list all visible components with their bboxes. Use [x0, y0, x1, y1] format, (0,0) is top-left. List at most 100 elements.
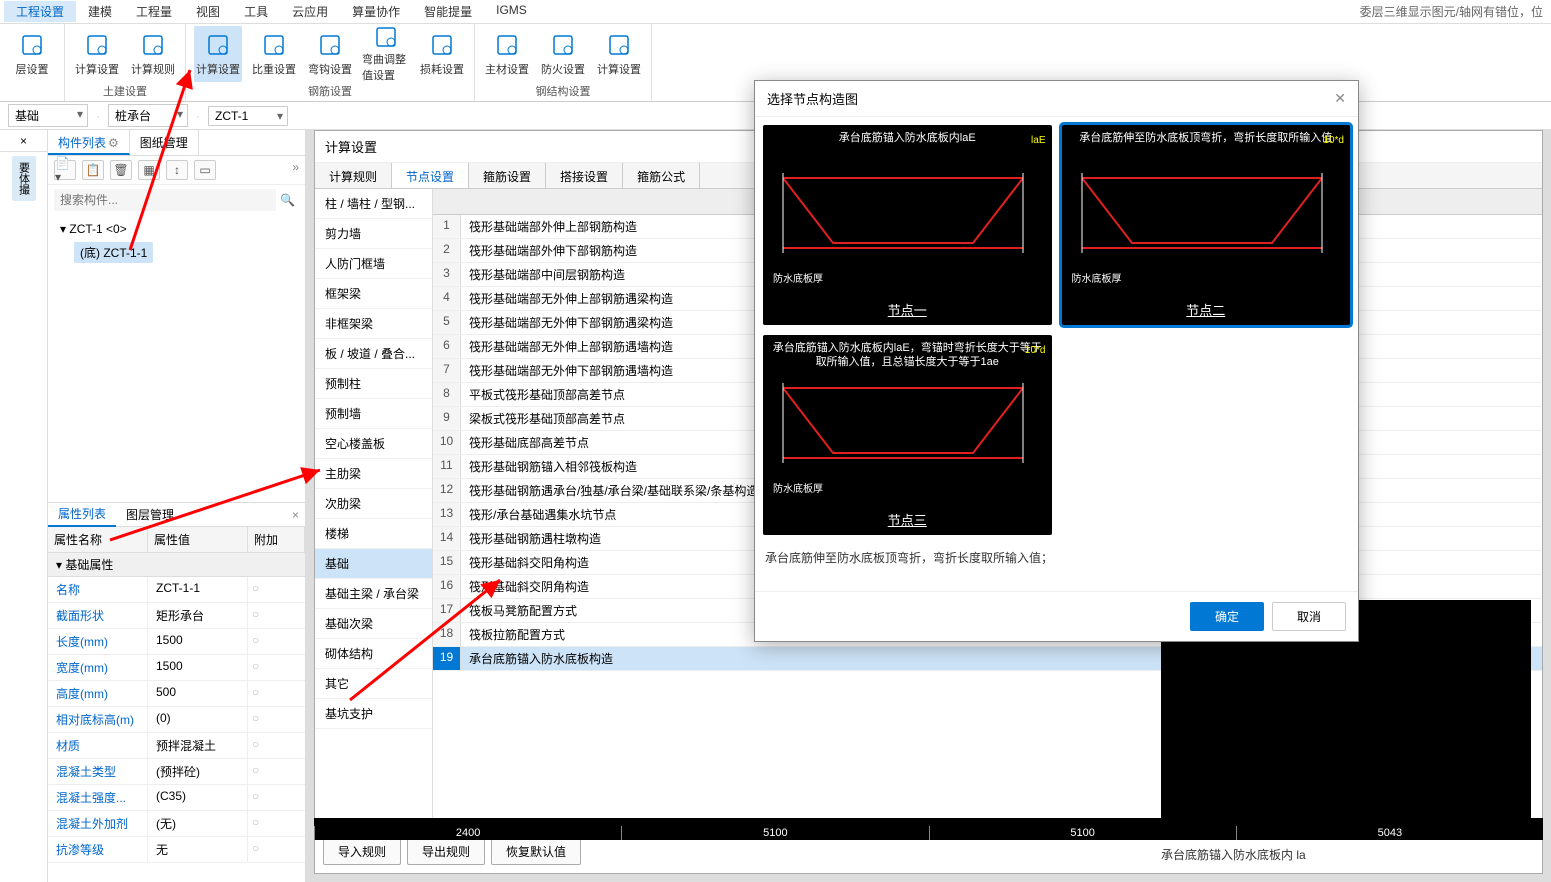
- type-dropdown[interactable]: 桩承台: [108, 104, 188, 127]
- prop-section[interactable]: ▾ 基础属性: [48, 553, 305, 577]
- category-item[interactable]: 人防门框墙: [315, 249, 432, 279]
- prop-row[interactable]: 相对底标高(m)(0)○: [48, 707, 305, 733]
- side-tab[interactable]: 图纸管理: [130, 130, 199, 155]
- close-icon[interactable]: ✕: [1334, 90, 1346, 107]
- menu-item[interactable]: 视图: [184, 1, 232, 22]
- prop-row[interactable]: 长度(mm)1500○: [48, 629, 305, 655]
- node-thumbnail[interactable]: 承台底筋伸至防水底板顶弯折，弯折长度取所输入值10*d防水底板厚节点二: [1062, 125, 1351, 325]
- dialog-tab[interactable]: 计算规则: [315, 163, 392, 188]
- component-tree: ▾ ZCT-1 <0> (底) ZCT-1-1: [48, 215, 305, 502]
- filter-icon[interactable]: ▭: [194, 160, 216, 180]
- ribbon-button[interactable]: 弯钩设置: [306, 26, 354, 82]
- ruler-tick: 5100: [929, 826, 1236, 840]
- new-icon[interactable]: 📄▾: [54, 160, 76, 180]
- sort-icon[interactable]: ↕: [166, 160, 188, 180]
- category-item[interactable]: 预制墙: [315, 399, 432, 429]
- menu-item[interactable]: 工程设置: [4, 1, 76, 22]
- menubar: 工程设置建模工程量视图工具云应用算量协作智能提量IGMS 委层三维显示图元/轴网…: [0, 0, 1551, 24]
- menu-item[interactable]: IGMS: [484, 1, 539, 22]
- layer-icon[interactable]: ▦: [138, 160, 160, 180]
- ruler-tick: 5043: [1236, 826, 1543, 840]
- prop-row[interactable]: 高度(mm)500○: [48, 681, 305, 707]
- category-item[interactable]: 框架梁: [315, 279, 432, 309]
- left-rail: × 要体撮: [0, 130, 48, 882]
- side-toolbar: 📄▾ 📋 🗑 ▦ ↕ ▭ »: [48, 156, 305, 185]
- menu-item[interactable]: 工具: [232, 1, 280, 22]
- modal-title: 选择节点构造图: [767, 89, 858, 108]
- side-panel: 构件列表⚙图纸管理 📄▾ 📋 🗑 ▦ ↕ ▭ » 🔍 ▾ ZCT-1 <0> (…: [48, 130, 306, 882]
- footer-button[interactable]: 导出规则: [407, 838, 485, 865]
- copy-icon[interactable]: 📋: [82, 160, 104, 180]
- status-message: 委层三维显示图元/轴网有错位，位: [1360, 3, 1547, 20]
- ribbon-button[interactable]: 计算规则: [129, 26, 177, 82]
- category-item[interactable]: 基础: [315, 549, 432, 579]
- dialog-tab[interactable]: 箍筋设置: [469, 163, 546, 188]
- dialog-tab[interactable]: 搭接设置: [546, 163, 623, 188]
- ribbon-button[interactable]: 计算设置: [595, 26, 643, 82]
- prop-row[interactable]: 截面形状矩形承台○: [48, 603, 305, 629]
- footer-button[interactable]: 导入规则: [323, 838, 401, 865]
- ribbon-button[interactable]: 弯曲调整值设置: [362, 26, 410, 82]
- col-name: 属性名称: [48, 527, 148, 552]
- menu-item[interactable]: 智能提量: [412, 1, 484, 22]
- search-input[interactable]: [54, 189, 276, 211]
- category-dropdown[interactable]: 基础: [8, 104, 88, 127]
- dialog-tab[interactable]: 节点设置: [392, 163, 469, 188]
- menu-item[interactable]: 云应用: [280, 1, 340, 22]
- category-item[interactable]: 非框架梁: [315, 309, 432, 339]
- ribbon-button[interactable]: 计算设置: [73, 26, 121, 82]
- prop-row[interactable]: 抗渗等级无○: [48, 837, 305, 863]
- vertical-tab[interactable]: 要体撮: [12, 156, 36, 201]
- tree-leaf[interactable]: (底) ZCT-1-1: [74, 242, 153, 263]
- prop-row[interactable]: 宽度(mm)1500○: [48, 655, 305, 681]
- category-item[interactable]: 基坑支护: [315, 699, 432, 729]
- category-item[interactable]: 次肋梁: [315, 489, 432, 519]
- category-item[interactable]: 基础主梁 / 承台梁: [315, 579, 432, 609]
- ribbon-button[interactable]: 损耗设置: [418, 26, 466, 82]
- ribbon-button[interactable]: 比重设置: [250, 26, 298, 82]
- ribbon-button[interactable]: 主材设置: [483, 26, 531, 82]
- prop-tab[interactable]: 属性列表: [48, 502, 116, 527]
- side-tab[interactable]: 构件列表⚙: [48, 130, 130, 155]
- tree-node[interactable]: ▾ ZCT-1 <0>: [56, 219, 297, 239]
- ribbon-button[interactable]: 计算设置: [194, 26, 242, 82]
- prop-row[interactable]: 材质预拌混凝土○: [48, 733, 305, 759]
- col-extra: 附加: [248, 527, 305, 552]
- category-item[interactable]: 空心楼盖板: [315, 429, 432, 459]
- ribbon-button[interactable]: 层设置: [8, 26, 56, 82]
- close-icon[interactable]: ×: [286, 508, 305, 522]
- chevron-right-icon[interactable]: »: [292, 160, 299, 180]
- category-item[interactable]: 预制柱: [315, 369, 432, 399]
- ruler-tick: 5100: [621, 826, 928, 840]
- category-list: 柱 / 墙柱 / 型钢...剪力墙人防门框墙框架梁非框架梁板 / 坡道 / 叠合…: [315, 189, 433, 829]
- close-tab[interactable]: ×: [0, 130, 47, 152]
- prop-tab[interactable]: 图层管理: [116, 503, 184, 526]
- prop-row[interactable]: 名称ZCT-1-1○: [48, 577, 305, 603]
- category-item[interactable]: 楼梯: [315, 519, 432, 549]
- node-select-modal: 选择节点构造图 ✕ 承台底筋锚入防水底板内laElaE防水底板厚节点一承台底筋伸…: [754, 80, 1359, 642]
- category-item[interactable]: 主肋梁: [315, 459, 432, 489]
- cancel-button[interactable]: 取消: [1272, 602, 1346, 631]
- footer-button[interactable]: 恢复默认值: [491, 838, 581, 865]
- dialog-tab[interactable]: 箍筋公式: [623, 163, 700, 188]
- category-item[interactable]: 其它: [315, 669, 432, 699]
- menu-item[interactable]: 算量协作: [340, 1, 412, 22]
- node-thumbnail[interactable]: 承台底筋锚入防水底板内laElaE防水底板厚节点一: [763, 125, 1052, 325]
- prop-row[interactable]: 混凝土外加剂(无)○: [48, 811, 305, 837]
- instance-dropdown[interactable]: ZCT-1: [208, 106, 288, 126]
- ribbon-button[interactable]: 防火设置: [539, 26, 587, 82]
- ok-button[interactable]: 确定: [1190, 602, 1264, 631]
- category-item[interactable]: 柱 / 墙柱 / 型钢...: [315, 189, 432, 219]
- col-value: 属性值: [148, 527, 248, 552]
- prop-row[interactable]: 混凝土类型(预拌砼)○: [48, 759, 305, 785]
- node-thumbnail[interactable]: 承台底筋锚入防水底板内laE，弯锚时弯折长度大于等于取所输入值，且总锚长度大于等…: [763, 335, 1052, 535]
- category-item[interactable]: 板 / 坡道 / 叠合...: [315, 339, 432, 369]
- category-item[interactable]: 剪力墙: [315, 219, 432, 249]
- category-item[interactable]: 砌体结构: [315, 639, 432, 669]
- category-item[interactable]: 基础次梁: [315, 609, 432, 639]
- delete-icon[interactable]: 🗑: [110, 160, 132, 180]
- prop-row[interactable]: 混凝土强度...(C35)○: [48, 785, 305, 811]
- menu-item[interactable]: 建模: [76, 1, 124, 22]
- search-icon[interactable]: 🔍: [276, 193, 299, 207]
- menu-item[interactable]: 工程量: [124, 1, 184, 22]
